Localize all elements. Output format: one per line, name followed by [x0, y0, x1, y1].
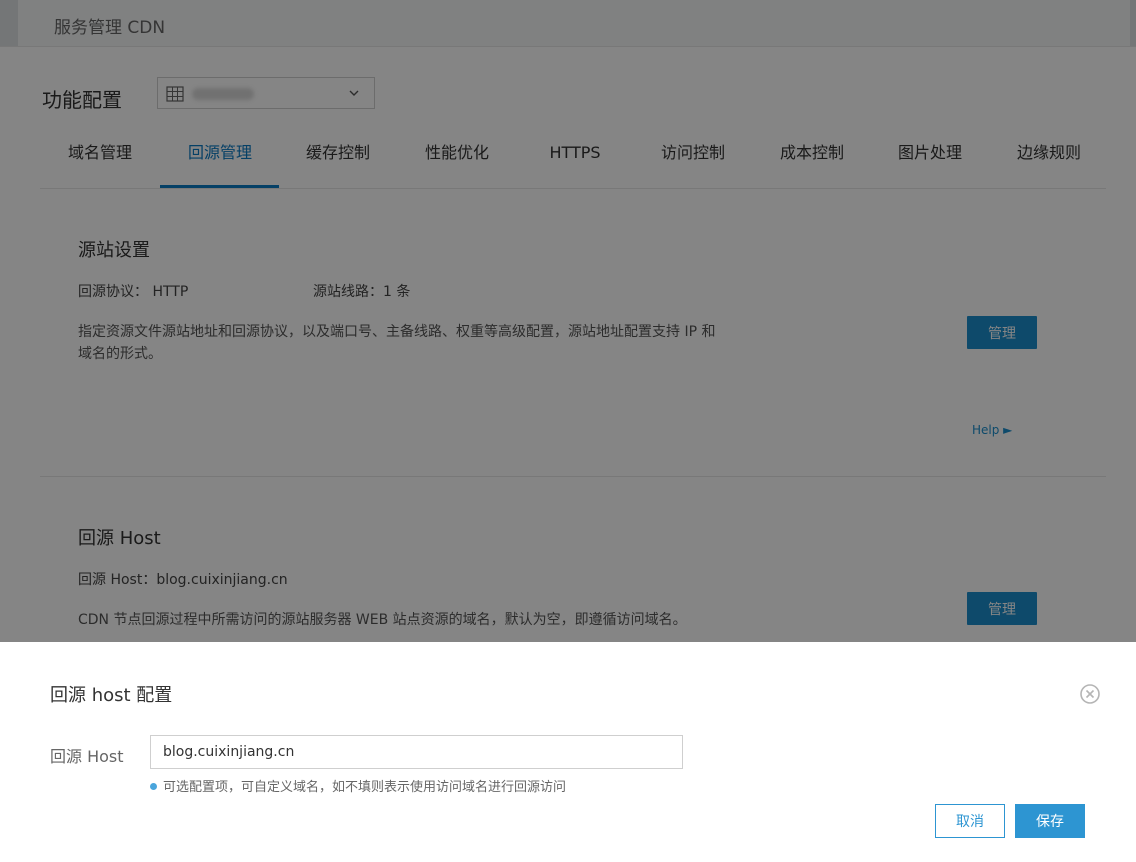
- hint-text: 可选配置项，可自定义域名，如不填则表示使用访问域名进行回源访问: [150, 776, 566, 795]
- origin-host-dialog: 回源 host 配置 回源 Host 可选配置项，可自定义域名，如不填则表示使用…: [0, 642, 1136, 862]
- dialog-title: 回源 host 配置: [50, 685, 173, 706]
- modal-backdrop[interactable]: [0, 0, 1136, 642]
- hint-label: 可选配置项，可自定义域名，如不填则表示使用访问域名进行回源访问: [163, 780, 567, 795]
- save-button[interactable]: 保存: [1015, 804, 1085, 838]
- origin-host-input[interactable]: [150, 735, 683, 769]
- cancel-button[interactable]: 取消: [935, 804, 1005, 838]
- page: 服务管理 CDN 功能配置 域名管理 回源管理 缓存控制 性能优化 HTTPS …: [0, 0, 1136, 862]
- close-circle-icon[interactable]: [1079, 683, 1101, 705]
- hint-dot: [150, 783, 157, 790]
- origin-host-field-label: 回源 Host: [50, 747, 124, 766]
